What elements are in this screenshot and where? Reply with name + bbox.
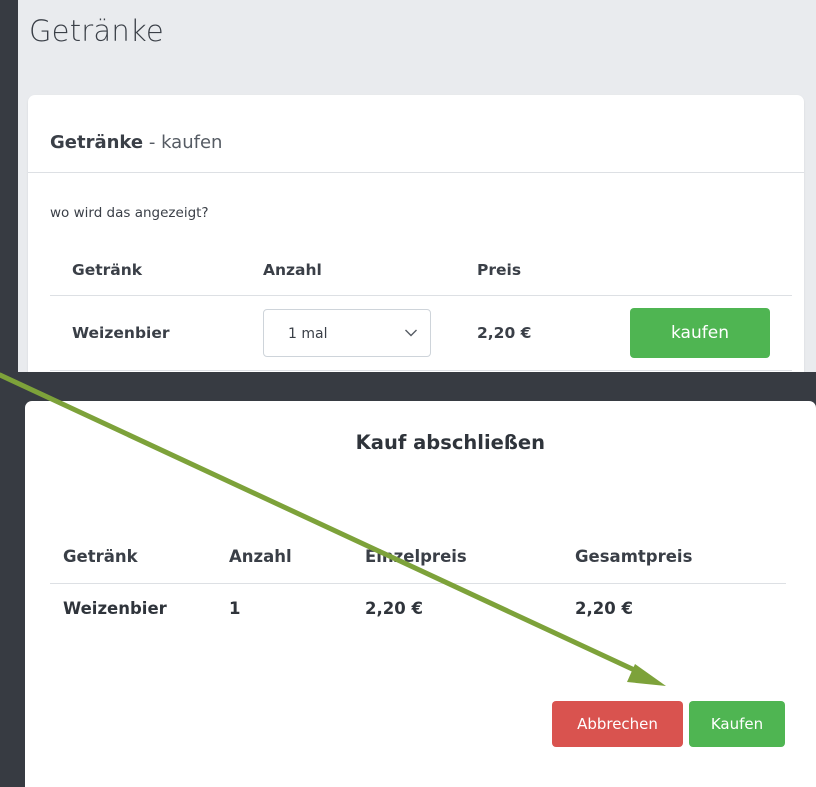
buy-button[interactable]: kaufen <box>630 308 770 358</box>
table-row-divider <box>50 370 792 371</box>
card-title-main: Getränke <box>50 132 144 153</box>
purchase-card: Getränke - kaufen wo wird das angezeigt?… <box>28 95 804 372</box>
chevron-down-icon <box>405 329 417 337</box>
modal-row-total-price: 2,20 € <box>575 599 633 618</box>
row-price: 2,20 € <box>477 324 532 342</box>
quantity-select[interactable]: 1 mal <box>263 309 431 357</box>
card-title: Getränke - kaufen <box>50 132 222 153</box>
checkout-modal: Kauf abschließen Getränk Anzahl Einzelpr… <box>25 401 816 787</box>
confirm-purchase-button[interactable]: Kaufen <box>689 701 785 747</box>
row-drink-name: Weizenbier <box>72 324 170 342</box>
modal-row-quantity: 1 <box>229 599 241 618</box>
modal-column-unit-price: Einzelpreis <box>365 547 467 566</box>
modal-row-unit-price: 2,20 € <box>365 599 423 618</box>
page-title: Getränke <box>29 14 164 48</box>
drinks-page: Getränke Getränke - kaufen wo wird das a… <box>18 0 816 372</box>
cancel-button[interactable]: Abbrechen <box>552 701 683 747</box>
card-header: Getränke - kaufen <box>28 95 804 173</box>
column-header-price: Preis <box>477 261 522 279</box>
modal-column-quantity: Anzahl <box>229 547 292 566</box>
quantity-select-value: 1 mal <box>288 326 328 342</box>
modal-column-drink: Getränk <box>63 547 138 566</box>
card-title-suffix: - kaufen <box>143 132 223 153</box>
modal-title: Kauf abschließen <box>355 431 545 454</box>
column-header-quantity: Anzahl <box>263 261 322 279</box>
modal-column-total-price: Gesamtpreis <box>575 547 693 566</box>
table-header-divider <box>50 295 792 296</box>
modal-table-divider <box>50 583 786 584</box>
card-note: wo wird das angezeigt? <box>50 205 209 221</box>
modal-row-drink: Weizenbier <box>63 599 167 618</box>
column-header-drink: Getränk <box>72 261 143 279</box>
